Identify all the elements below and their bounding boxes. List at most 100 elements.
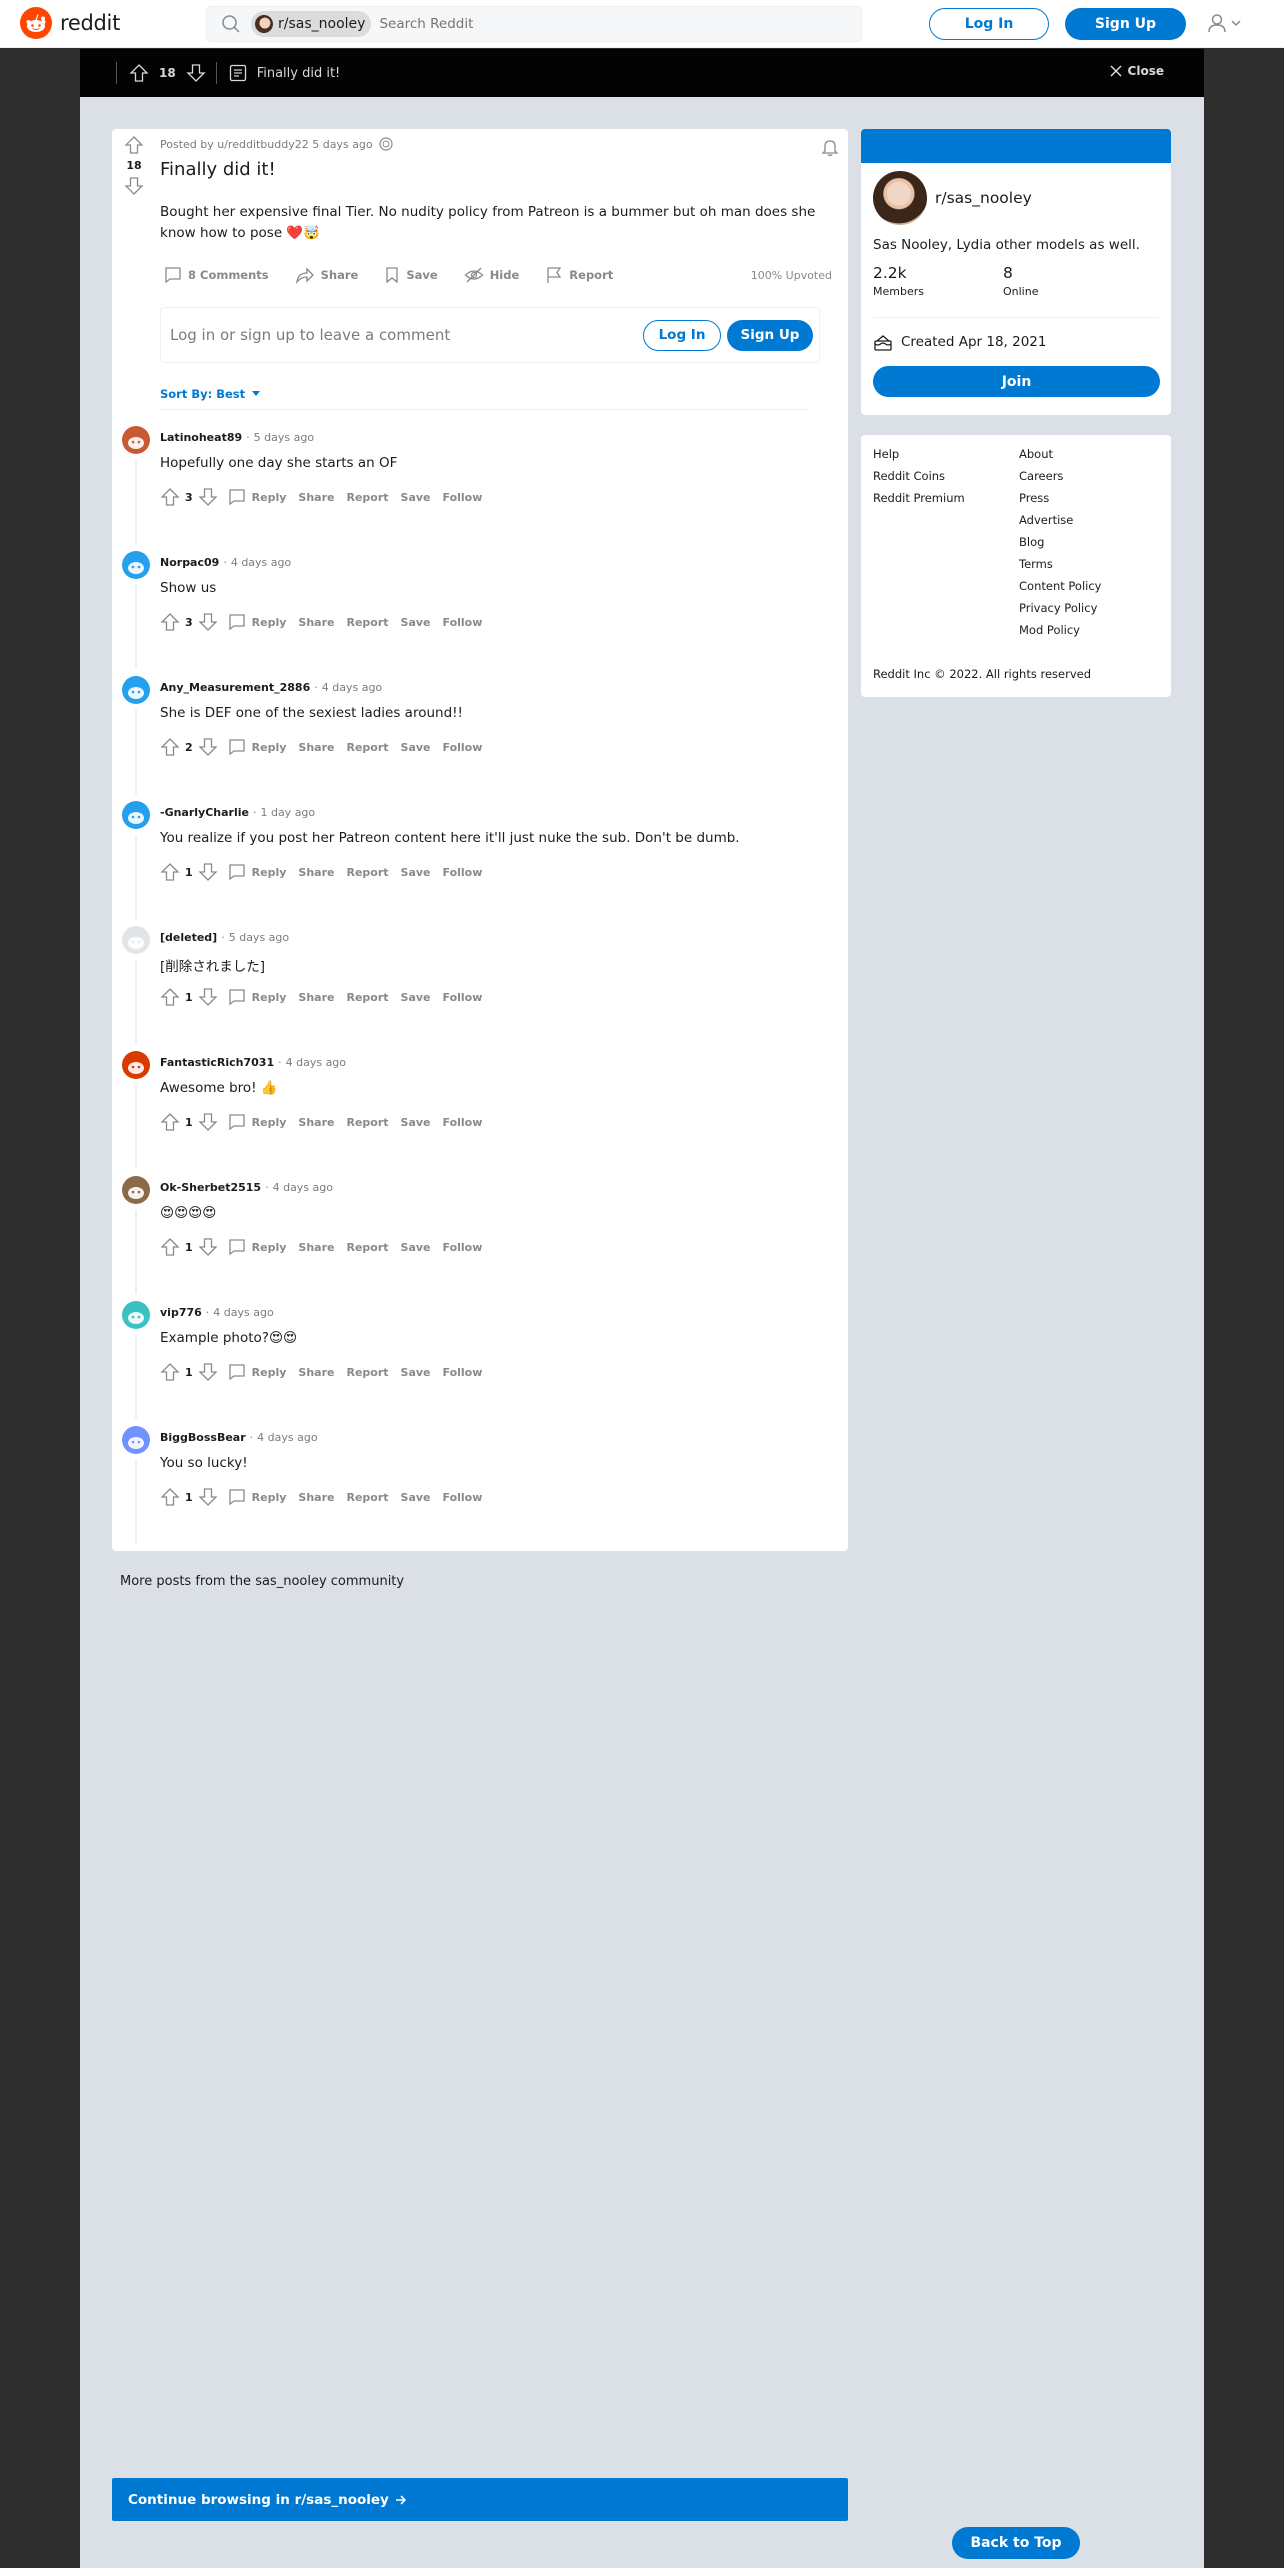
comments-button[interactable]: 8 Comments — [160, 266, 273, 284]
comment-time[interactable]: 4 days ago — [213, 1306, 273, 1319]
comment-report-button[interactable]: Report — [346, 1491, 388, 1504]
downvote-arrow-icon[interactable] — [198, 1237, 218, 1257]
footer-link[interactable]: Press — [1019, 491, 1101, 506]
comment-reply-button[interactable]: Reply — [228, 863, 286, 881]
downvote-arrow-icon[interactable] — [198, 737, 218, 757]
comment-avatar[interactable] — [122, 1051, 150, 1079]
comment-follow-button[interactable]: Follow — [443, 991, 483, 1004]
footer-link[interactable]: Mod Policy — [1019, 623, 1101, 638]
comment-save-button[interactable]: Save — [401, 1366, 431, 1379]
footer-link[interactable]: Blog — [1019, 535, 1101, 550]
comment-follow-button[interactable]: Follow — [443, 741, 483, 754]
comment-report-button[interactable]: Report — [346, 1366, 388, 1379]
downvote-arrow-icon[interactable] — [186, 63, 206, 83]
user-menu-dropdown[interactable] — [1206, 12, 1242, 34]
back-to-top-button[interactable]: Back to Top — [952, 2527, 1080, 2559]
comment-time[interactable]: 4 days ago — [273, 1181, 333, 1194]
comment-thread-line[interactable] — [135, 710, 137, 794]
comment-time[interactable]: 4 days ago — [286, 1056, 346, 1069]
comment-time[interactable]: 5 days ago — [229, 931, 289, 944]
sort-dropdown[interactable]: Sort By: Best — [160, 387, 261, 401]
search-input[interactable] — [379, 16, 800, 32]
comment-follow-button[interactable]: Follow — [443, 1241, 483, 1254]
comment-share-button[interactable]: Share — [298, 1116, 334, 1129]
comment-avatar[interactable] — [122, 676, 150, 704]
comment-reply-button[interactable]: Reply — [228, 738, 286, 756]
comment-save-button[interactable]: Save — [401, 491, 431, 504]
comment-avatar[interactable] — [122, 926, 150, 954]
comment-time[interactable]: 4 days ago — [322, 681, 382, 694]
upvote-arrow-icon[interactable] — [160, 1237, 180, 1257]
upvote-arrow-icon[interactable] — [124, 135, 144, 155]
comment-reply-button[interactable]: Reply — [228, 613, 286, 631]
comment-author[interactable]: -GnarlyCharlie — [160, 806, 249, 819]
comment-author[interactable]: Latinoheat89 — [160, 431, 242, 444]
upvote-arrow-icon[interactable] — [160, 1487, 180, 1507]
upvote-arrow-icon[interactable] — [160, 987, 180, 1007]
footer-link[interactable]: Terms — [1019, 557, 1101, 572]
comment-time[interactable]: 1 day ago — [260, 806, 315, 819]
comment-login-button[interactable]: Log In — [643, 319, 721, 351]
comment-save-button[interactable]: Save — [401, 1241, 431, 1254]
footer-link[interactable]: Advertise — [1019, 513, 1101, 528]
comment-thread-line[interactable] — [135, 1460, 137, 1544]
comment-report-button[interactable]: Report — [346, 491, 388, 504]
comment-follow-button[interactable]: Follow — [443, 491, 483, 504]
footer-link[interactable]: Careers — [1019, 469, 1101, 484]
comment-reply-button[interactable]: Reply — [228, 988, 286, 1006]
comment-thread-line[interactable] — [135, 960, 137, 1044]
comment-follow-button[interactable]: Follow — [443, 866, 483, 879]
comment-thread-line[interactable] — [135, 1085, 137, 1169]
comment-author[interactable]: Norpac09 — [160, 556, 219, 569]
comment-follow-button[interactable]: Follow — [443, 1366, 483, 1379]
comment-share-button[interactable]: Share — [298, 1366, 334, 1379]
comment-save-button[interactable]: Save — [401, 991, 431, 1004]
footer-link[interactable]: Reddit Premium — [873, 491, 965, 506]
comment-report-button[interactable]: Report — [346, 1116, 388, 1129]
upvote-arrow-icon[interactable] — [160, 1362, 180, 1382]
comment-report-button[interactable]: Report — [346, 866, 388, 879]
comment-thread-line[interactable] — [135, 835, 137, 919]
comment-reply-button[interactable]: Reply — [228, 1488, 286, 1506]
comment-reply-button[interactable]: Reply — [228, 1238, 286, 1256]
comment-time[interactable]: 4 days ago — [257, 1431, 317, 1444]
upvote-arrow-icon[interactable] — [160, 487, 180, 507]
comment-author[interactable]: BiggBossBear — [160, 1431, 246, 1444]
downvote-arrow-icon[interactable] — [198, 1112, 218, 1132]
continue-browsing-button[interactable]: Continue browsing in r/sas_nooley — [112, 2478, 848, 2521]
comment-save-button[interactable]: Save — [401, 1116, 431, 1129]
upvote-arrow-icon[interactable] — [160, 737, 180, 757]
footer-link[interactable]: Privacy Policy — [1019, 601, 1101, 616]
downvote-arrow-icon[interactable] — [124, 176, 144, 196]
comment-avatar[interactable] — [122, 801, 150, 829]
comment-report-button[interactable]: Report — [346, 991, 388, 1004]
comment-author[interactable]: FantasticRich7031 — [160, 1056, 274, 1069]
comment-thread-line[interactable] — [135, 460, 137, 544]
comment-report-button[interactable]: Report — [346, 1241, 388, 1254]
footer-link[interactable]: Reddit Coins — [873, 469, 965, 484]
share-button[interactable]: Share — [291, 266, 363, 284]
upvote-arrow-icon[interactable] — [160, 612, 180, 632]
comment-thread-line[interactable] — [135, 585, 137, 669]
close-button[interactable]: Close — [1108, 63, 1164, 79]
join-button[interactable]: Join — [873, 366, 1160, 397]
comment-share-button[interactable]: Share — [298, 1241, 334, 1254]
footer-link[interactable]: Help — [873, 447, 965, 462]
comment-save-button[interactable]: Save — [401, 616, 431, 629]
notification-bell-icon[interactable] — [820, 137, 840, 157]
comment-save-button[interactable]: Save — [401, 866, 431, 879]
reddit-logo[interactable]: reddit — [20, 7, 120, 39]
comment-share-button[interactable]: Share — [298, 991, 334, 1004]
comment-follow-button[interactable]: Follow — [443, 1116, 483, 1129]
upvote-arrow-icon[interactable] — [160, 1112, 180, 1132]
footer-link[interactable]: About — [1019, 447, 1101, 462]
comment-avatar[interactable] — [122, 1426, 150, 1454]
comment-save-button[interactable]: Save — [401, 1491, 431, 1504]
comment-author[interactable]: vip776 — [160, 1306, 202, 1319]
comment-thread-line[interactable] — [135, 1335, 137, 1419]
comment-save-button[interactable]: Save — [401, 741, 431, 754]
downvote-arrow-icon[interactable] — [198, 1362, 218, 1382]
save-button[interactable]: Save — [380, 266, 441, 284]
comment-avatar[interactable] — [122, 1301, 150, 1329]
comment-author[interactable]: Ok-Sherbet2515 — [160, 1181, 261, 1194]
